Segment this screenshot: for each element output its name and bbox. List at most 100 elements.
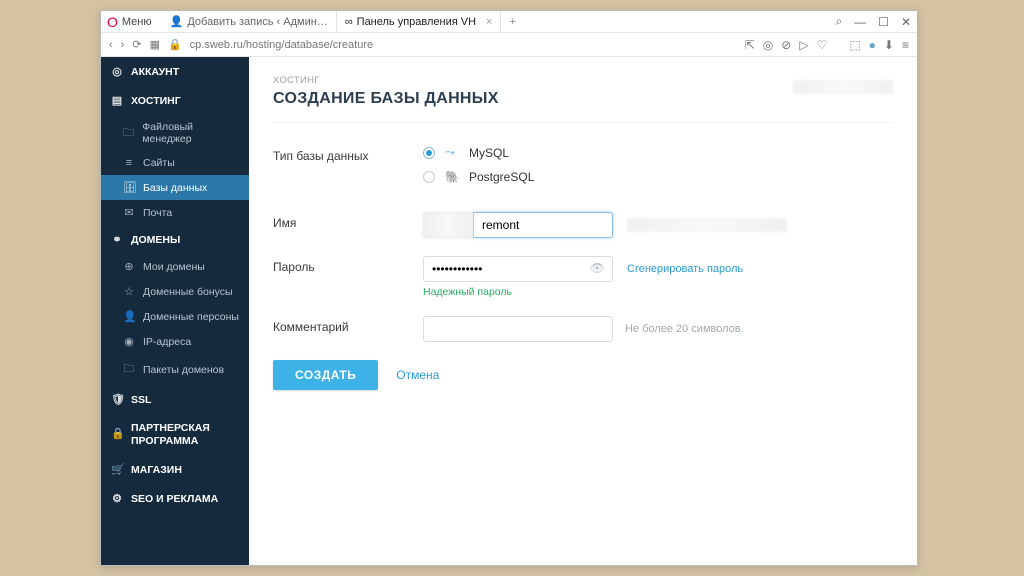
lock-icon: 🔒 (168, 38, 182, 51)
sidebar-label: АККАУНТ (131, 66, 179, 78)
sidebar-section-seo[interactable]: ⚙ SEO И РЕКЛАМА (101, 484, 249, 513)
eye-icon[interactable]: 👁 (590, 261, 605, 275)
forward-icon[interactable]: › (121, 39, 125, 51)
generate-password-link[interactable]: Сгенерировать пароль (627, 263, 743, 275)
radio-mysql[interactable]: ⤳ MySQL (423, 145, 893, 160)
user-icon[interactable]: ● (869, 38, 876, 52)
camera-icon[interactable]: ◎ (763, 38, 773, 52)
new-tab-button[interactable]: + (501, 16, 523, 28)
label-dbtype: Тип базы данных (273, 145, 423, 163)
radio-label: MySQL (469, 146, 509, 160)
close-window-icon[interactable]: ✕ (901, 15, 911, 29)
sidebar-label: SSL (131, 394, 151, 406)
radio-icon[interactable] (423, 171, 435, 183)
row-password: Пароль 👁 Сгенерировать пароль Надежный п… (273, 256, 893, 298)
sidebar-item-bonuses[interactable]: ☆ Доменные бонусы (101, 279, 249, 304)
database-icon: 🗄 (123, 181, 135, 194)
form-actions: СОЗДАТЬ Отмена (273, 360, 893, 390)
submit-button[interactable]: СОЗДАТЬ (273, 360, 378, 390)
close-icon[interactable]: × (486, 16, 492, 28)
browser-titlebar: O Меню 👤 Добавить запись ‹ Админ… ∞ Пане… (101, 11, 917, 33)
account-icon: ◎ (111, 65, 123, 78)
cube-icon[interactable]: ⬚ (849, 38, 860, 52)
sidebar-section-partner[interactable]: 🔒 ПАРТНЕРСКАЯ ПРОГРАММА (101, 414, 249, 455)
sidebar-item-label: Файловый менеджер (142, 121, 239, 145)
sidebar-item-ip[interactable]: ◉ IP-адреса (101, 329, 249, 354)
sidebar-label: SEO И РЕКЛАМА (131, 493, 218, 505)
sidebar-section-domains[interactable]: ⚭ ДОМЕНЫ (101, 225, 249, 254)
sidebar-item-label: Мои домены (143, 261, 205, 273)
back-icon[interactable]: ‹ (109, 39, 113, 51)
sidebar-item-sites[interactable]: ≡ Сайты (101, 151, 249, 175)
label-comment: Комментарий (273, 316, 423, 334)
browser-tab[interactable]: ∞ Панель управления VH × (337, 11, 502, 32)
tab-label: Добавить запись ‹ Админ… (187, 16, 327, 28)
radio-icon[interactable] (423, 147, 435, 159)
sidebar-item-label: Базы данных (143, 182, 207, 194)
briefcase-icon: 🗀 (123, 360, 135, 379)
pin-icon: ◉ (123, 335, 135, 348)
label-password: Пароль (273, 256, 423, 274)
opera-icon[interactable]: O (107, 14, 118, 30)
star-icon: ☆ (123, 285, 135, 298)
person-icon: 👤 (123, 310, 135, 323)
sidebar-label: ХОСТИНГ (131, 95, 181, 107)
globe-icon: ⊕ (123, 260, 135, 273)
sidebar-section-shop[interactable]: 🛒 МАГАЗИН (101, 455, 249, 484)
name-prefix (423, 212, 473, 238)
sidebar-item-label: IP-адреса (143, 336, 191, 348)
postgresql-icon: 🐘 (445, 170, 459, 184)
domains-icon: ⚭ (111, 233, 123, 246)
sidebar-label: МАГАЗИН (131, 464, 182, 476)
password-input[interactable] (423, 256, 613, 282)
sidebar-item-mail[interactable]: ✉ Почта (101, 200, 249, 225)
menu-icon[interactable]: ≡ (902, 38, 909, 52)
block-icon[interactable]: ⊘ (781, 38, 791, 52)
password-strength: Надежный пароль (423, 286, 893, 298)
window-controls: ⌕ — ☐ ✕ (835, 14, 911, 29)
cart-icon: 🛒 (111, 463, 123, 476)
sidebar-section-hosting[interactable]: ▤ ХОСТИНГ (101, 86, 249, 115)
radio-postgresql[interactable]: 🐘 PostgreSQL (423, 170, 893, 184)
sidebar-item-databases[interactable]: 🗄 Базы данных (101, 175, 249, 200)
search-icon[interactable]: ⌕ (835, 14, 842, 29)
sidebar-section-account[interactable]: ◎ АККАУНТ (101, 57, 249, 86)
share-icon[interactable]: ⇱ (745, 38, 755, 52)
sidebar-item-label: Доменные персоны (143, 311, 239, 323)
browser-window: O Меню 👤 Добавить запись ‹ Админ… ∞ Пане… (100, 10, 918, 566)
sidebar-item-filemanager[interactable]: 🗀 Файловый менеджер (101, 115, 249, 151)
sidebar-label: ДОМЕНЫ (131, 234, 180, 246)
sidebar-section-ssl[interactable]: 🛡 SSL (101, 385, 249, 414)
sites-icon: ≡ (123, 157, 135, 169)
sidebar-item-mydomains[interactable]: ⊕ Мои домены (101, 254, 249, 279)
name-input[interactable] (473, 212, 613, 238)
play-icon[interactable]: ▷ (799, 38, 808, 52)
url-text[interactable]: cp.sweb.ru/hosting/database/creature (190, 39, 373, 51)
sidebar-item-label: Сайты (143, 157, 175, 169)
sidebar: ◎ АККАУНТ ▤ ХОСТИНГ 🗀 Файловый менеджер … (101, 57, 249, 565)
sidebar-item-persons[interactable]: 👤 Доменные персоны (101, 304, 249, 329)
reload-icon[interactable]: ⟳ (132, 38, 141, 51)
row-name: Имя (273, 212, 893, 238)
minimize-icon[interactable]: — (854, 15, 866, 29)
maximize-icon[interactable]: ☐ (878, 15, 889, 29)
cancel-button[interactable]: Отмена (396, 368, 439, 382)
menu-button[interactable]: Меню (122, 16, 152, 28)
heart-icon[interactable]: ♡ (817, 38, 828, 52)
tab-label: Панель управления VH (357, 16, 476, 28)
infinity-icon: ∞ (345, 16, 353, 28)
mysql-icon: ⤳ (445, 145, 459, 160)
sidebar-label: ПАРТНЕРСКАЯ ПРОГРАММА (131, 422, 239, 447)
grid-icon[interactable]: ▦ (150, 38, 160, 51)
gear-icon: ⚙ (111, 492, 123, 505)
comment-input[interactable] (423, 316, 613, 342)
sidebar-item-packages[interactable]: 🗀 Пакеты доменов (101, 354, 249, 385)
hosting-icon: ▤ (111, 94, 123, 107)
sidebar-item-label: Пакеты доменов (143, 364, 224, 376)
folder-icon: 🗀 (123, 124, 134, 143)
row-dbtype: Тип базы данных ⤳ MySQL 🐘 PostgreSQL (273, 145, 893, 194)
radio-label: PostgreSQL (469, 170, 534, 184)
download-icon[interactable]: ⬇ (884, 38, 894, 52)
browser-tab[interactable]: 👤 Добавить запись ‹ Админ… (162, 11, 337, 32)
toolbar-icons: ⇱ ◎ ⊘ ▷ ♡ ⬚ ● ⬇ ≡ (745, 38, 909, 52)
